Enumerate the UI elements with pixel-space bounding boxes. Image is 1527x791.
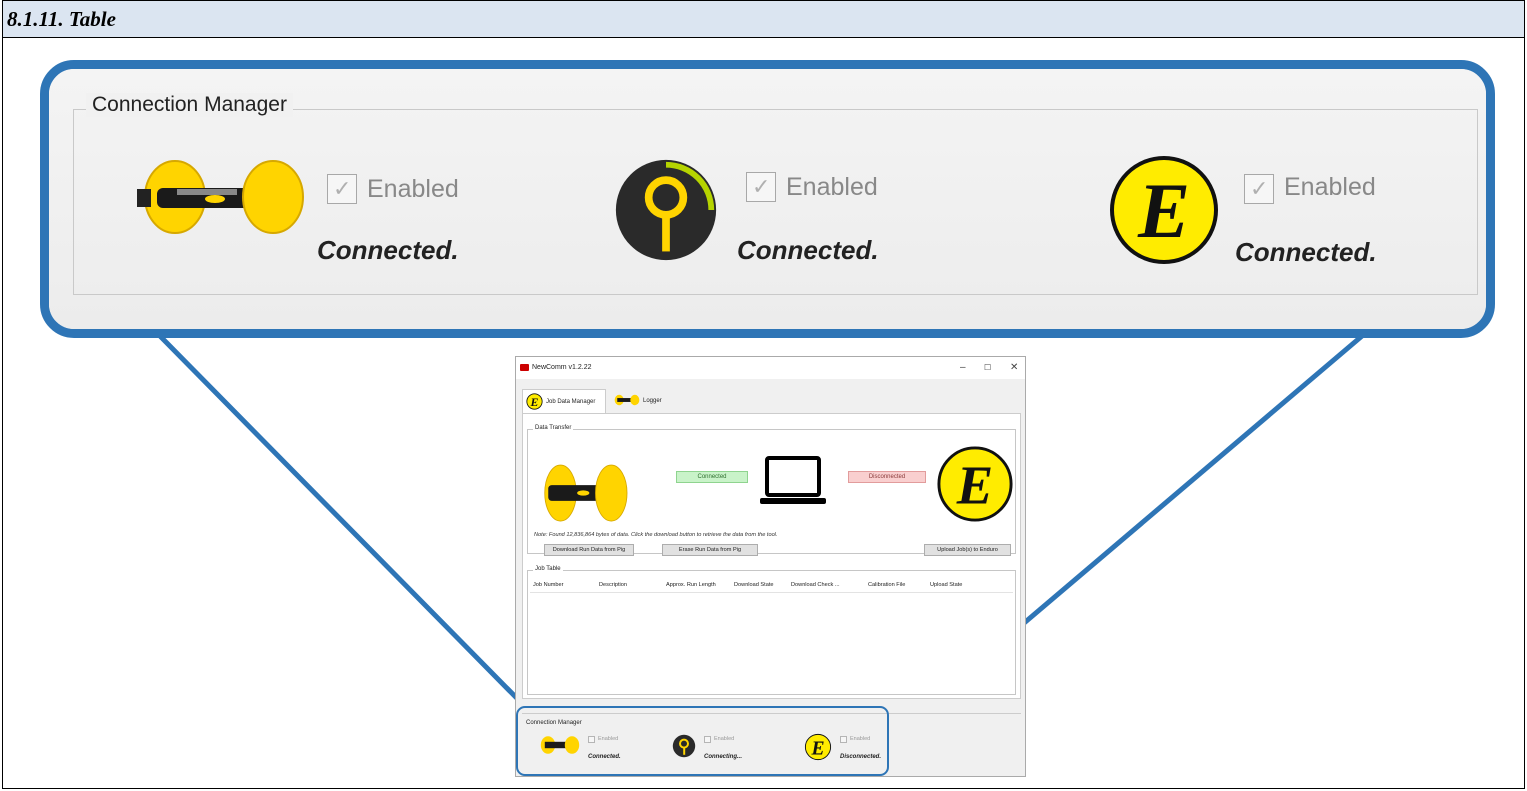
data-transfer-note: Note: Found 12,836,864 bytes of data. Cl… xyxy=(534,532,778,538)
tab-job-data-manager-label: Job Data Manager xyxy=(546,399,596,405)
enduro-icon: E xyxy=(526,393,543,410)
minimize-button[interactable]: – xyxy=(960,362,966,373)
data-transfer-group: Data Transfer Connected Disconnected E N… xyxy=(527,425,1016,556)
zoom-logger-enabled-checkbox[interactable] xyxy=(746,172,776,202)
col-job-number[interactable]: Job Number xyxy=(533,582,563,588)
col-calibration-file[interactable]: Calibration File xyxy=(868,582,905,588)
col-approx-run-length[interactable]: Approx. Run Length xyxy=(666,582,716,588)
data-transfer-title: Data Transfer xyxy=(533,425,574,431)
col-description[interactable]: Description xyxy=(599,582,627,588)
app-icon xyxy=(520,364,529,371)
col-download-check[interactable]: Download Check ... xyxy=(791,582,840,588)
svg-text:E: E xyxy=(956,455,993,516)
window-title: NewComm v1.2.22 xyxy=(532,364,592,371)
download-run-data-button[interactable]: Download Run Data from Pig xyxy=(544,544,634,556)
maximize-button[interactable]: ☐ xyxy=(984,363,991,372)
enduro-connection-status: Disconnected xyxy=(848,471,926,483)
svg-text:E: E xyxy=(530,395,539,409)
col-download-state[interactable]: Download State xyxy=(734,582,774,588)
zoom-pig-enabled-checkbox[interactable] xyxy=(327,174,357,204)
upload-jobs-button[interactable]: Upload Job(s) to Enduro xyxy=(924,544,1011,556)
window-titlebar: NewComm v1.2.22 – ☐ ✕ xyxy=(516,357,1025,379)
zoom-pig-status: Connected. xyxy=(317,235,459,265)
enduro-icon: E xyxy=(937,446,1013,522)
zoom-callout: Connection Manager Enabled Connected. En… xyxy=(40,60,1495,338)
zoom-enduro-enabled-checkbox[interactable] xyxy=(1244,174,1274,204)
pig-connection-status: Connected xyxy=(676,471,748,483)
erase-run-data-button[interactable]: Erase Run Data from Pig xyxy=(662,544,758,556)
connection-manager-highlight xyxy=(516,706,889,776)
logger-icon xyxy=(615,159,717,261)
job-table-group: Job Table Job Number Description Approx.… xyxy=(527,566,1016,695)
tab-logger-label: Logger xyxy=(643,398,662,404)
laptop-icon xyxy=(760,456,826,504)
enduro-icon: E xyxy=(1110,156,1218,264)
job-table-header: Job Number Description Approx. Run Lengt… xyxy=(530,581,1013,591)
zoom-logger-status: Connected. xyxy=(737,235,879,265)
job-table-body[interactable] xyxy=(530,592,1013,692)
zoom-enduro-status: Connected. xyxy=(1235,237,1377,267)
job-data-manager-page: Data Transfer Connected Disconnected E N… xyxy=(522,413,1021,699)
section-title: 8.1.11. Table xyxy=(7,7,116,31)
zoom-group-title: Connection Manager xyxy=(86,93,293,117)
zoom-pig-enabled-label: Enabled xyxy=(367,175,459,203)
close-button[interactable]: ✕ xyxy=(1010,362,1018,373)
pig-icon xyxy=(544,464,628,522)
section-header: 8.1.11. Table xyxy=(3,1,1524,38)
tab-job-data-manager[interactable]: E Job Data Manager xyxy=(522,389,606,413)
svg-text:E: E xyxy=(1137,167,1190,254)
zoom-enduro-enabled-label: Enabled xyxy=(1284,173,1376,201)
zoom-logger-enabled-label: Enabled xyxy=(786,173,878,201)
pig-icon xyxy=(614,394,640,406)
pig-icon xyxy=(137,160,304,234)
tab-logger[interactable]: Logger xyxy=(610,389,672,413)
col-upload-state[interactable]: Upload State xyxy=(930,582,962,588)
job-table-title: Job Table xyxy=(533,566,563,572)
